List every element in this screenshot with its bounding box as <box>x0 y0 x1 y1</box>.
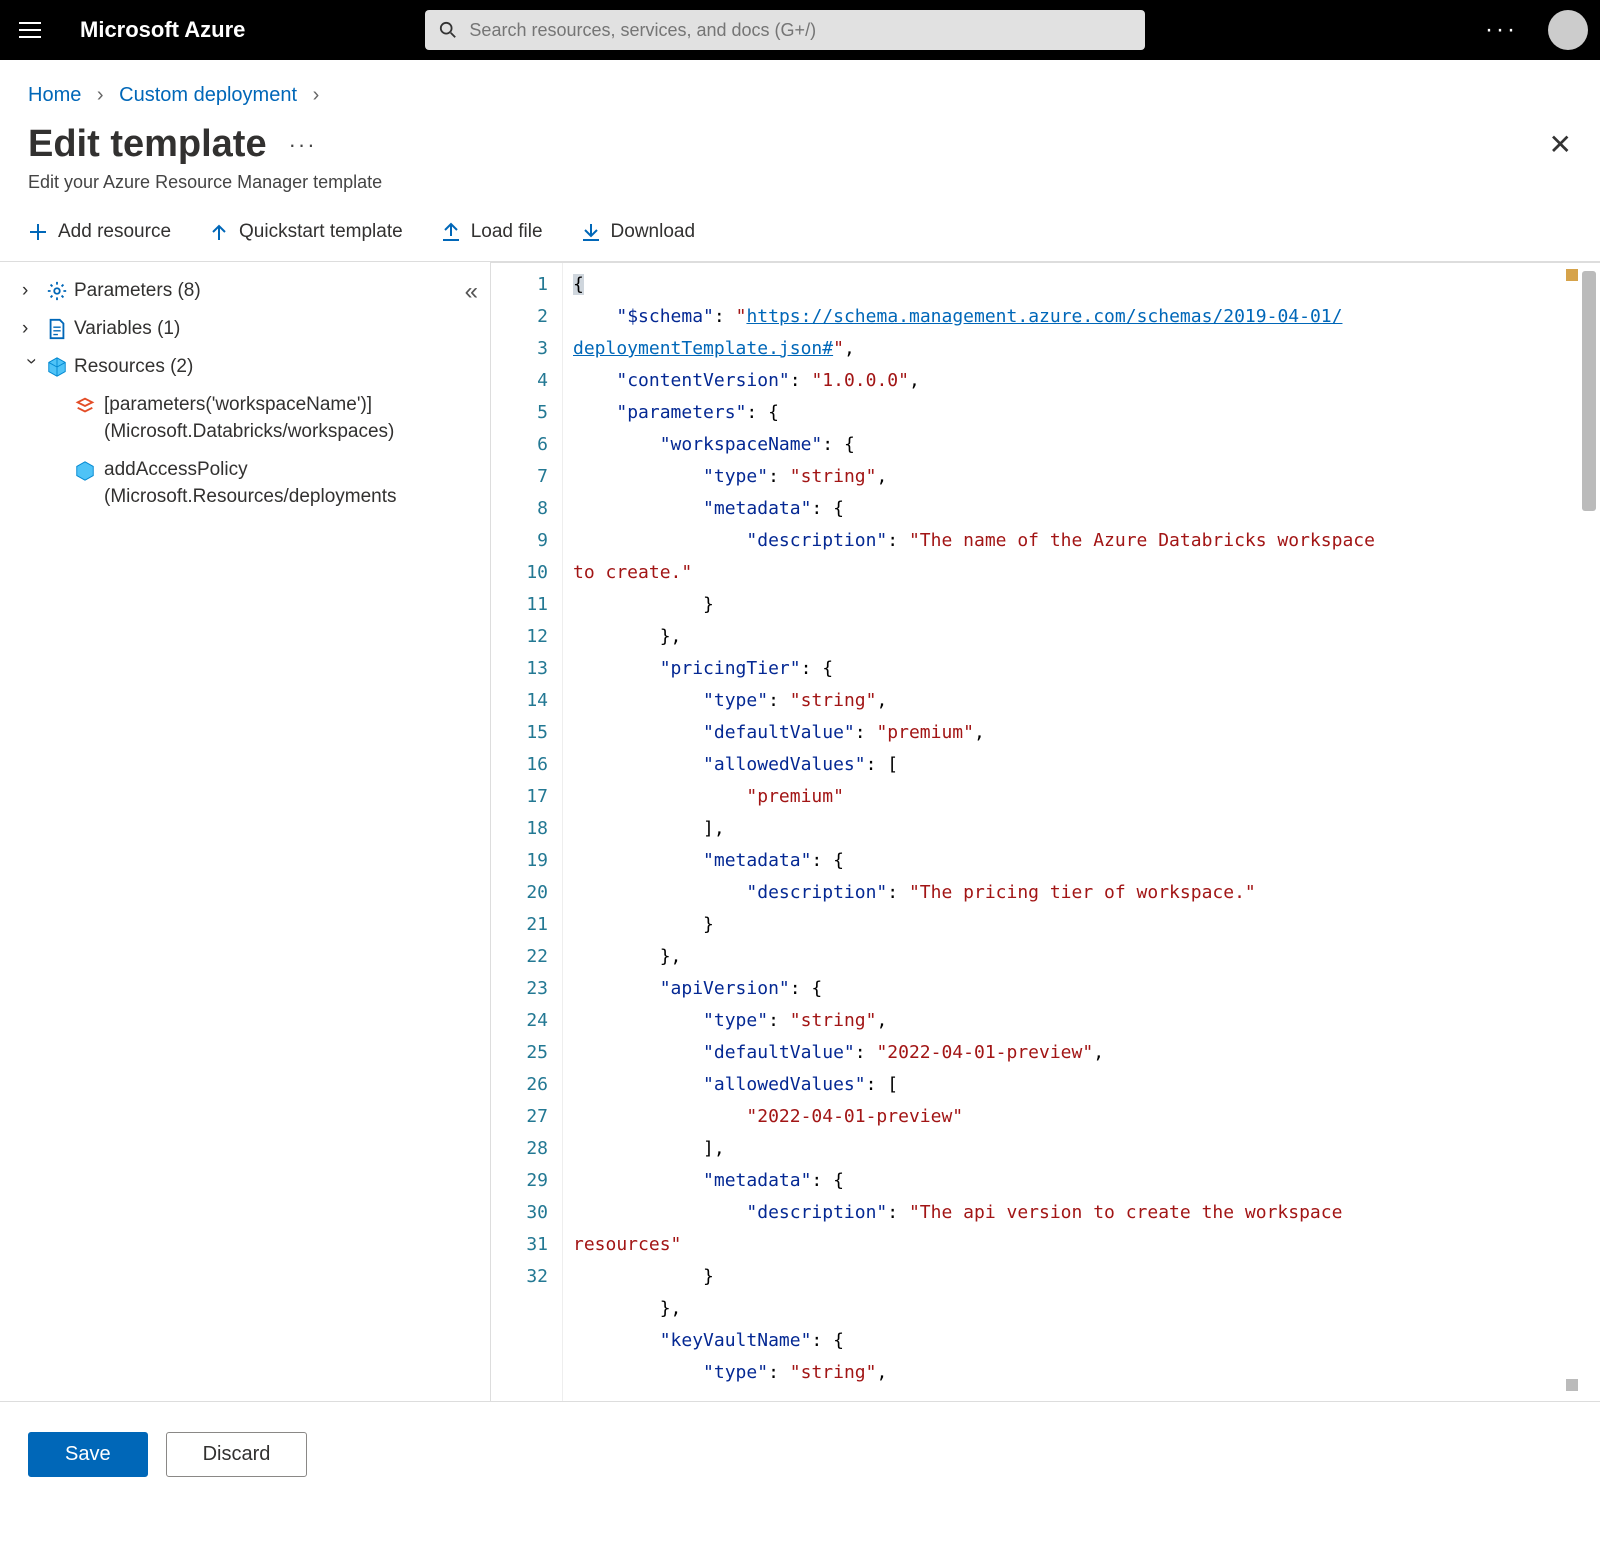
tree-leaf-line1: [parameters('workspaceName')] <box>104 394 372 415</box>
avatar[interactable] <box>1548 10 1588 50</box>
arrow-up-icon <box>209 222 229 242</box>
hamburger-menu[interactable] <box>12 12 48 48</box>
chevron-right-icon: › <box>22 280 40 302</box>
tree-node-variables[interactable]: › Variables (1) <box>10 310 480 348</box>
editor-code-area[interactable]: { "$schema": "https://schema.management.… <box>563 263 1600 1401</box>
close-icon[interactable]: ✕ <box>1549 128 1572 161</box>
chevron-right-icon: › <box>22 318 40 340</box>
search-icon <box>439 21 457 39</box>
tree-leaf-line2: (Microsoft.Resources/deployments <box>104 486 397 507</box>
toolbar-label: Quickstart template <box>239 221 403 243</box>
tree-leaf-workspace[interactable]: [parameters('workspaceName')] (Microsoft… <box>10 386 480 451</box>
quickstart-template-button[interactable]: Quickstart template <box>209 221 403 243</box>
plus-icon <box>28 222 48 242</box>
databricks-icon <box>74 395 96 417</box>
tree-node-parameters[interactable]: › Parameters (8) <box>10 272 480 310</box>
document-icon <box>46 318 68 340</box>
tree-label: Variables (1) <box>74 318 180 340</box>
download-icon <box>581 222 601 242</box>
page-subtitle: Edit your Azure Resource Manager templat… <box>0 172 1600 211</box>
save-button[interactable]: Save <box>28 1432 148 1477</box>
page-title: Edit template <box>28 123 267 166</box>
title-more-icon[interactable]: ··· <box>289 132 317 158</box>
tree-node-resources[interactable]: › Resources (2) <box>10 348 480 386</box>
toolbar-label: Download <box>611 221 696 243</box>
collapse-panel-icon[interactable]: « <box>465 278 478 306</box>
editor-gutter: 1234567891011121314151617181920212223242… <box>491 263 563 1401</box>
toolbar: Add resource Quickstart template Load fi… <box>0 211 1600 262</box>
footer: Save Discard <box>0 1402 1600 1507</box>
topbar: Microsoft Azure ··· <box>0 0 1600 60</box>
chevron-right-icon: › <box>97 84 104 106</box>
upload-icon <box>441 222 461 242</box>
minimap-marker-icon <box>1566 1379 1578 1391</box>
breadcrumb: Home › Custom deployment › <box>0 60 1600 117</box>
minimap-marker-icon <box>1566 269 1578 281</box>
discard-button[interactable]: Discard <box>166 1432 308 1477</box>
global-search[interactable] <box>425 10 1145 50</box>
chevron-right-icon: › <box>313 84 320 106</box>
tree-label: Resources (2) <box>74 356 193 378</box>
code-editor[interactable]: 1234567891011121314151617181920212223242… <box>490 262 1600 1401</box>
breadcrumb-home[interactable]: Home <box>28 84 81 106</box>
toolbar-label: Add resource <box>58 221 171 243</box>
cube-icon <box>46 356 68 378</box>
breadcrumb-custom-deployment[interactable]: Custom deployment <box>119 84 297 106</box>
outline-tree: « › Parameters (8) › Variables (1) › Res… <box>0 262 490 1401</box>
tree-label: Parameters (8) <box>74 280 201 302</box>
search-input[interactable] <box>467 19 1131 42</box>
editor-scrollbar[interactable] <box>1582 271 1596 511</box>
tree-leaf-addaccesspolicy[interactable]: addAccessPolicy (Microsoft.Resources/dep… <box>10 451 480 516</box>
cube-icon <box>74 460 96 482</box>
toolbar-label: Load file <box>471 221 543 243</box>
download-button[interactable]: Download <box>581 221 696 243</box>
add-resource-button[interactable]: Add resource <box>28 221 171 243</box>
tree-leaf-line1: addAccessPolicy <box>104 459 248 480</box>
tree-leaf-line2: (Microsoft.Databricks/workspaces) <box>104 421 394 442</box>
chevron-down-icon: › <box>20 358 42 376</box>
gear-icon <box>46 280 68 302</box>
hamburger-icon <box>19 22 41 38</box>
load-file-button[interactable]: Load file <box>441 221 543 243</box>
brand-label: Microsoft Azure <box>80 17 245 43</box>
more-icon[interactable]: ··· <box>1485 16 1518 44</box>
